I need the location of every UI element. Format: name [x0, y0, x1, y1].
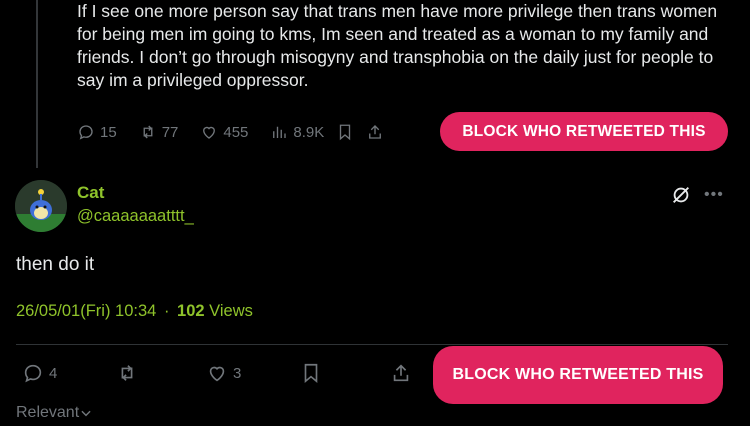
reply-action[interactable]: 15	[77, 123, 117, 141]
views-action[interactable]: 8.9K	[270, 123, 324, 141]
share-action-bottom[interactable]	[390, 362, 412, 384]
share-icon	[393, 364, 409, 382]
like-action-bottom[interactable]: 3	[206, 362, 241, 384]
heart-icon	[209, 366, 225, 382]
share-icon	[369, 125, 382, 139]
chevron-down-icon	[81, 410, 91, 417]
chao-avatar-image	[15, 180, 67, 232]
tweet-meta: 26/05/01(Fri) 10:34 · 102 Views	[16, 302, 253, 321]
reply-count: 15	[100, 123, 117, 141]
divider	[16, 344, 728, 345]
retweet-action-bottom[interactable]	[116, 362, 138, 384]
retweet-icon	[143, 125, 153, 139]
like-action[interactable]: 455	[200, 123, 248, 141]
retweet-count: 77	[161, 123, 179, 141]
display-name[interactable]: Cat	[77, 183, 104, 203]
meta-separator: ·	[163, 302, 170, 320]
like-count: 455	[223, 123, 249, 141]
reply-icon	[24, 364, 42, 383]
like-count: 3	[233, 364, 242, 382]
bar-chart-icon	[273, 126, 287, 138]
block-retweeters-button-bottom[interactable]: BLOCK WHO RETWEETED THIS	[433, 346, 723, 404]
views-number: 102	[177, 302, 205, 320]
reply-actions: 4 3	[22, 362, 422, 388]
sort-label: Relevant	[16, 404, 80, 421]
user-handle[interactable]: @caaaaaaatttt_	[77, 207, 194, 226]
share-action[interactable]	[366, 123, 384, 141]
views-count: 8.9K	[293, 123, 325, 141]
grok-icon[interactable]	[670, 184, 692, 206]
tweet-actions: 15 77 455 8.9K	[77, 120, 384, 144]
heart-icon	[203, 126, 216, 139]
quoted-tweet-text: If I see one more person say that trans …	[77, 1, 718, 90]
views-label: Views	[209, 302, 253, 320]
retweet-action[interactable]: 77	[139, 123, 179, 141]
bookmark-icon	[340, 124, 351, 141]
sort-dropdown[interactable]: Relevant	[16, 404, 93, 422]
reply-count: 4	[49, 364, 58, 382]
bookmark-action[interactable]	[336, 123, 354, 141]
timestamp[interactable]: 26/05/01(Fri) 10:34	[16, 302, 156, 320]
bookmark-action-bottom[interactable]	[300, 362, 322, 384]
thread-line	[36, 0, 38, 168]
reply-header-icons: •••	[670, 184, 724, 206]
reply-action-bottom[interactable]: 4	[22, 362, 57, 384]
avatar[interactable]	[15, 180, 67, 232]
reply-text: then do it	[16, 254, 95, 275]
reply-icon	[79, 125, 93, 140]
more-options-icon[interactable]: •••	[704, 186, 724, 204]
block-retweeters-button[interactable]: BLOCK WHO RETWEETED THIS	[440, 112, 728, 151]
retweet-icon	[121, 365, 133, 381]
bookmark-icon	[304, 363, 318, 384]
